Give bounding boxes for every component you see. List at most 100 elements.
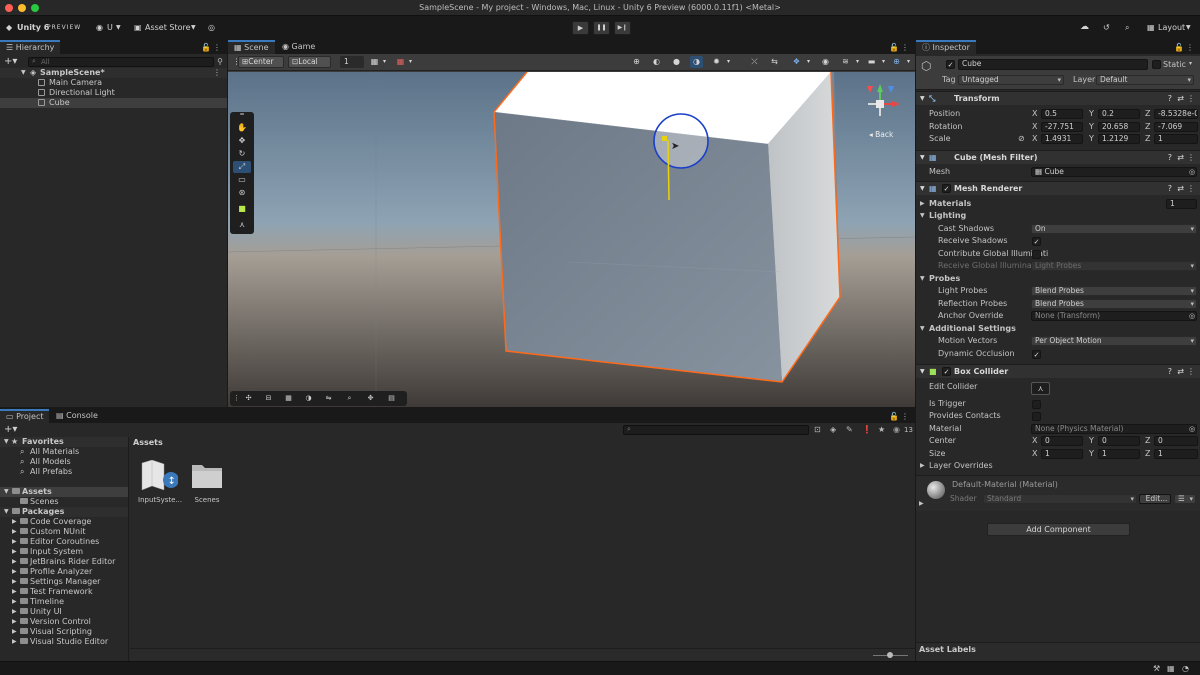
increment-snap-chevron-icon[interactable]: ▾ [404,56,417,68]
expand-arrow-icon[interactable]: ▶ [12,617,17,627]
static-checkbox[interactable] [1152,60,1161,69]
scene-viewport[interactable]: ➤ ◦ ◂ Back ═ ✋ ✥ ↻ ⤢ ▭ ⊛ ■ ⋏ ⋮ ✣ ⊟ ▦ ◑ ⇋… [228,72,915,407]
active-checkbox[interactable]: ✓ [946,60,955,69]
expand-arrow-icon[interactable]: ▶ [12,537,17,547]
favorite-icon[interactable]: ★ [878,425,885,434]
asset-labels-section[interactable]: Asset Labels [916,642,1200,661]
pivot-space-dropdown[interactable]: ⊡Local [288,56,331,68]
tab-console[interactable]: ▤ Console [50,409,104,423]
presets-icon[interactable]: ⇄ [1177,151,1184,164]
package-folder-row[interactable]: ▶ Code Coverage [0,517,128,527]
package-folder-row[interactable]: ▶ Input System [0,547,128,557]
2d-toggle-icon[interactable]: ⤫ [748,56,761,68]
physics-material-field[interactable]: None (Physics Material) [1031,424,1197,434]
rotation-x-field[interactable]: -27.751 [1041,122,1083,132]
box-collider-enabled-checkbox[interactable]: ✓ [942,367,951,376]
favorites-row[interactable]: ▼ ★ Favorites [0,437,128,447]
materials-count-field[interactable]: 1 [1166,199,1197,209]
search-icon[interactable]: ⌕ [1125,23,1129,33]
is-trigger-checkbox[interactable] [1032,400,1041,409]
lock-icon[interactable]: 🔓 [889,43,899,52]
pause-button[interactable]: ❚❚ [593,21,610,35]
mesh-filter-header[interactable]: ▼ ▦ Cube (Mesh Filter) ? ⇄ ⋮ [916,150,1200,164]
position-x-field[interactable]: 0.5 [1041,109,1083,119]
foldout-arrow-icon[interactable]: ▼ [920,151,925,164]
grid-visibility-icon[interactable]: ▦ [280,393,297,404]
package-folder-row[interactable]: ▶ JetBrains Rider Editor [0,557,128,567]
shaded-wireframe-icon[interactable]: ◑ [690,56,703,68]
cameras-icon[interactable]: ▤ [383,393,400,404]
effects-chevron-icon[interactable]: ▾ [802,56,815,68]
anchor-override-field[interactable]: None (Transform) [1031,311,1197,321]
add-component-button[interactable]: Add Component [987,523,1130,536]
tab-hierarchy[interactable]: ☰ Hierarchy [0,40,61,54]
favorite-all-models[interactable]: ⌕ All Models [0,457,128,467]
hidden-packages-icon[interactable]: ◉ [893,425,900,434]
play-button[interactable]: ▶ [572,21,589,35]
shading-icon[interactable]: ◑ [300,393,317,404]
foldout-arrow-icon[interactable]: ▼ [920,92,925,105]
presets-icon[interactable]: ⇄ [1177,92,1184,105]
scale-x-field[interactable]: 1.4931 [1041,134,1083,144]
edit-shader-button[interactable]: Edit... [1139,494,1171,504]
foldout-arrow-icon[interactable]: ▼ [920,210,925,222]
help-icon[interactable]: ? [1168,92,1172,105]
rotation-y-field[interactable]: 20.658 [1098,122,1140,132]
search-filter-icon[interactable]: ⚲ [217,57,223,66]
hierarchy-search-input[interactable]: ⌕ All [28,57,214,67]
hierarchy-item-directional-light[interactable]: Directional Light [0,88,227,98]
foldout-arrow-icon[interactable]: ▶ [920,460,925,472]
more-options-icon[interactable]: ⋮ [901,412,909,421]
rotation-z-field[interactable]: -7.069 [1154,122,1198,132]
tab-game[interactable]: ◉ Game [276,40,321,54]
expand-arrow-icon[interactable]: ▼ [21,68,26,78]
rotate-tool-icon[interactable]: ↻ [233,148,251,160]
foldout-arrow-icon[interactable]: ▼ [920,365,925,378]
object-picker-icon[interactable]: ◎ [1189,423,1195,435]
package-folder-row[interactable]: ▶ Editor Coroutines [0,537,128,547]
icon-size-slider-handle[interactable] [887,652,893,658]
debug-icon[interactable]: ⚒ [1153,664,1160,673]
foldout-arrow-icon[interactable]: ▼ [920,182,925,195]
center-x-field[interactable]: 0 [1041,436,1083,446]
materials-row[interactable]: ▶ Materials 1 [916,198,1200,210]
constrain-proportions-icon[interactable]: ⊘ [1018,133,1025,145]
scenes-folder-icon[interactable] [191,462,223,489]
tab-inspector[interactable]: ⓘ Inspector [916,40,976,54]
edit-collider-button[interactable]: ⋏ [1031,382,1050,395]
expand-arrow-icon[interactable]: ▶ [12,547,17,557]
package-folder-row[interactable]: ▶ Settings Manager [0,577,128,587]
expand-arrow-icon[interactable]: ▶ [12,637,17,647]
tab-scene[interactable]: ▦ Scene [228,40,275,54]
grid-move-icon[interactable]: ✣ [240,393,257,404]
visibility-icon[interactable]: ◉ [819,56,832,68]
progress-icon[interactable]: ◔ [1182,664,1189,673]
step-button[interactable]: ▶❙ [614,21,631,35]
scenes-folder-row[interactable]: Scenes [0,497,128,507]
mesh-renderer-header[interactable]: ▼ ▦ ✓ Mesh Renderer ? ⇄ ⋮ [916,181,1200,195]
pivot-mode-dropdown[interactable]: ⊞Center [238,56,284,68]
shaded-mode-icon[interactable]: ◐ [650,56,663,68]
more-options-icon[interactable]: ⋮ [901,43,909,52]
foldout-arrow-icon[interactable]: ▶ [919,500,924,507]
scale-y-field[interactable]: 1.2129 [1098,134,1140,144]
search-by-type-icon[interactable]: ⊡ [814,425,821,434]
package-folder-row[interactable]: ▶ Version Control [0,617,128,627]
global-view-icon[interactable]: ⊕ [630,56,643,68]
add-button[interactable]: +▾ [4,56,17,67]
mesh-field[interactable]: ▦ Cube [1031,167,1197,177]
package-folder-row[interactable]: ▶ Test Framework [0,587,128,597]
shader-dropdown[interactable]: Standard [983,494,1137,504]
favorite-all-materials[interactable]: ⌕ All Materials [0,447,128,457]
expand-arrow-icon[interactable]: ▶ [12,557,17,567]
package-folder-row[interactable]: ▶ Custom NUnit [0,527,128,537]
assets-folder-row[interactable]: ▼ Assets [0,487,128,497]
object-picker-icon[interactable]: ◎ [1189,166,1195,178]
asset-store-button[interactable]: Asset Store [145,23,191,32]
search-by-label-icon[interactable]: ◈ [830,425,836,434]
scene-row[interactable]: ▼ ◈ SampleScene* ⋮ [0,68,227,78]
search-filter-icon[interactable]: ❗ [862,425,872,434]
layer-overrides-row[interactable]: ▶ Layer Overrides [916,460,1200,472]
align-icon[interactable]: ⊟ [260,393,277,404]
foldout-arrow-icon[interactable]: ▼ [920,323,925,335]
